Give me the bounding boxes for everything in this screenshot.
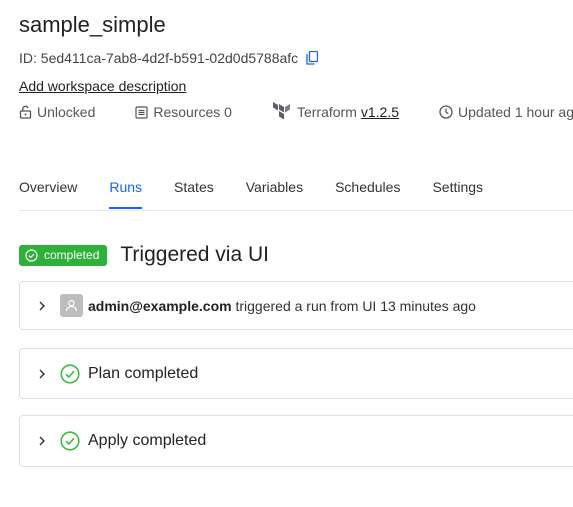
plan-status-label: Plan completed — [88, 364, 199, 382]
workspace-id: ID: 5ed411ca-7ab8-4d2f-b591-02d0d5788afc — [19, 50, 299, 66]
tab-runs[interactable]: Runs — [109, 168, 142, 209]
user-icon — [65, 299, 78, 312]
workspace-tabs: Overview Runs States Variables Schedules… — [19, 168, 573, 211]
unlock-icon — [19, 105, 32, 119]
resources-label: Resources 0 — [153, 104, 232, 120]
lock-status-label: Unlocked — [37, 104, 96, 120]
apply-status-label: Apply completed — [88, 432, 207, 449]
terraform-version-link[interactable]: v1.2.5 — [361, 104, 399, 120]
updated-label: Updated 1 hour ago — [458, 104, 573, 120]
lock-status: Unlocked — [19, 104, 95, 120]
updated-time: Updated 1 hour ago — [439, 104, 573, 120]
workspace-id-row: ID: 5ed411ca-7ab8-4d2f-b591-02d0d5788afc — [19, 50, 319, 66]
add-description-link[interactable]: Add workspace description — [19, 78, 186, 94]
status-badge-label: completed — [44, 248, 100, 262]
run-title: Triggered via UI — [120, 243, 269, 266]
trigger-user: admin@example.com — [88, 297, 232, 314]
tab-settings[interactable]: Settings — [432, 168, 483, 209]
trigger-description: admin@example.com triggered a run from U… — [88, 298, 476, 314]
resources-count: Resources 0 — [135, 104, 232, 120]
terraform-label: Terraform — [296, 104, 357, 120]
terraform-logo-icon — [272, 102, 290, 120]
chevron-right-icon[interactable] — [37, 436, 47, 446]
workspace-title: sample_simple — [19, 12, 166, 37]
check-circle-icon — [25, 248, 38, 262]
resources-icon — [135, 105, 148, 119]
apply-panel[interactable]: Apply completed — [19, 415, 573, 467]
status-badge: completed — [19, 244, 108, 266]
trigger-panel[interactable]: admin@example.com triggered a run from U… — [19, 281, 573, 330]
terraform-version: Terraform v1.2.5 — [272, 102, 399, 122]
plan-panel[interactable]: Plan completed — [19, 348, 573, 399]
run-header: completed Triggered via UI — [19, 243, 269, 267]
chevron-right-icon[interactable] — [37, 301, 47, 311]
copy-icon[interactable] — [306, 50, 319, 65]
avatar — [60, 294, 83, 317]
workspace-meta: Unlocked Resources 0 Terraform v1.2.5 Up… — [19, 102, 573, 122]
tab-schedules[interactable]: Schedules — [335, 168, 400, 209]
chevron-right-icon[interactable] — [37, 369, 47, 379]
tab-states[interactable]: States — [174, 168, 214, 209]
check-circle-icon — [60, 431, 80, 451]
tab-variables[interactable]: Variables — [246, 168, 303, 209]
tab-overview[interactable]: Overview — [19, 168, 77, 209]
clock-icon — [439, 105, 453, 119]
trigger-text: triggered a run from UI 13 minutes ago — [235, 297, 476, 314]
check-circle-icon — [60, 363, 80, 384]
